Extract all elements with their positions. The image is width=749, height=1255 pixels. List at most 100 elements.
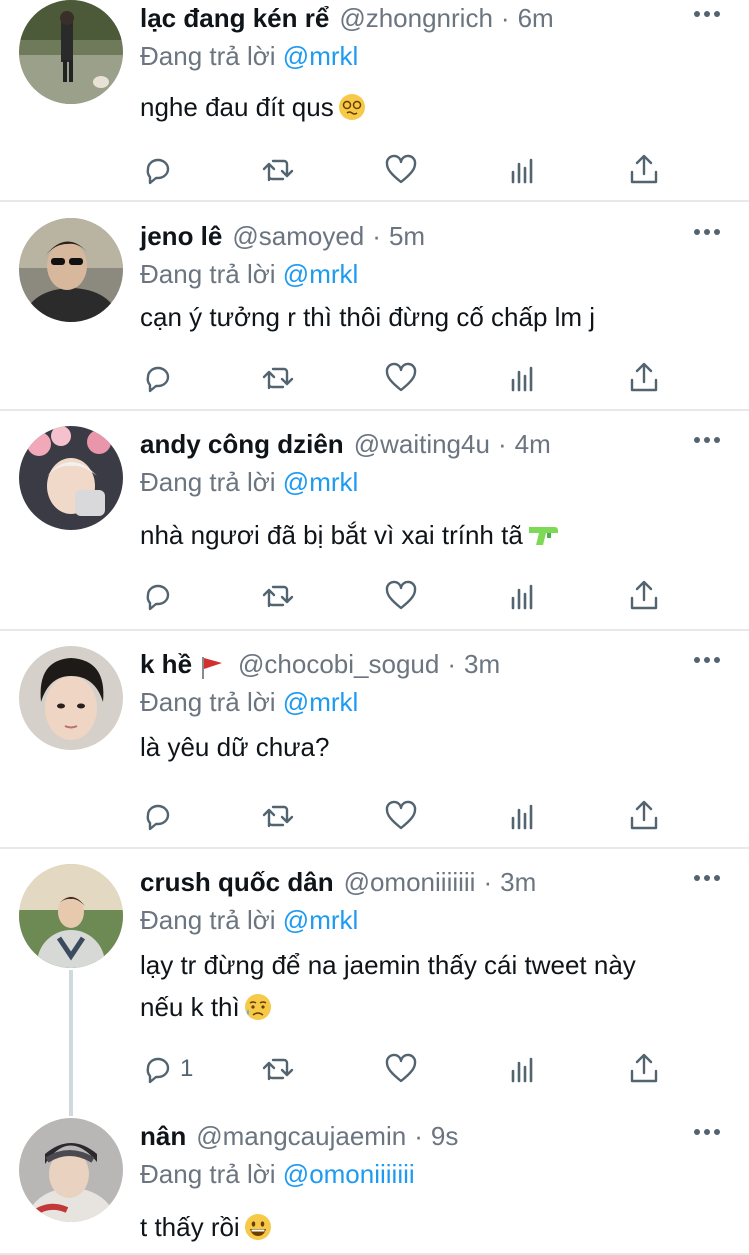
timestamp[interactable]: 3m [500, 864, 536, 900]
user-handle[interactable]: @zhongnrich [339, 0, 493, 36]
reply-button[interactable]: 1 [140, 1049, 193, 1089]
separator-dot: · [372, 221, 381, 251]
avatar[interactable] [19, 864, 123, 968]
dizzy-face-emoji-icon [338, 91, 366, 120]
reply-icon [146, 366, 170, 393]
avatar[interactable] [19, 0, 123, 104]
share-button[interactable] [626, 1049, 662, 1089]
user-handle[interactable]: @samoyed [232, 218, 364, 254]
reply-button[interactable] [140, 576, 180, 616]
separator-dot: · [483, 867, 493, 897]
like-button[interactable] [383, 1049, 419, 1089]
reply-button[interactable] [140, 796, 180, 836]
more-options-icon[interactable] [693, 6, 721, 17]
like-button[interactable] [383, 796, 419, 836]
more-options-icon[interactable] [693, 652, 721, 663]
tweet[interactable]: jeno lê @samoyed · 5m Đang trả lời @mrkl… [0, 218, 749, 408]
analytics-button[interactable] [505, 358, 541, 398]
timestamp[interactable]: 9s [431, 1118, 458, 1154]
like-button[interactable] [383, 358, 419, 398]
tweet-divider [0, 629, 749, 631]
tweet-feed: lạc đang kén rể @zhongnrich · 6m Đang tr… [0, 0, 749, 1255]
retweet-button[interactable] [260, 1049, 296, 1089]
reply-mention[interactable]: @mrkl [283, 41, 359, 71]
reply-mention[interactable]: @omoniiiiiii [283, 1159, 415, 1189]
like-button[interactable] [383, 576, 419, 616]
retweet-button[interactable] [260, 358, 296, 398]
analytics-icon [511, 158, 533, 184]
timestamp[interactable]: 4m [515, 426, 551, 462]
tweet[interactable]: crush quốc dân @omoniiiiiii · 3m Đang tr… [0, 864, 749, 1104]
user-handle[interactable]: @omoniiiiiii [344, 864, 476, 900]
display-name[interactable]: lạc đang kén rể [140, 0, 329, 36]
separator-dot: · [447, 649, 457, 679]
tweet-header: nân @mangcaujaemin · 9s [140, 1118, 749, 1154]
tweet[interactable]: k hề @chocobi_sogud · 3m Đang trả lời @m… [0, 646, 749, 846]
analytics-button[interactable] [505, 150, 541, 190]
tweet-text-content: cạn ý tưởng r thì thôi đừng cố chấp lm j [140, 302, 596, 332]
analytics-icon [511, 1057, 533, 1083]
analytics-button[interactable] [505, 576, 541, 616]
more-options-icon[interactable] [693, 870, 721, 881]
avatar[interactable] [19, 646, 123, 750]
display-name[interactable]: nân [140, 1118, 186, 1154]
reply-mention[interactable]: @mrkl [283, 687, 359, 717]
user-handle[interactable]: @mangcaujaemin [196, 1118, 406, 1154]
user-handle[interactable]: @waiting4u [354, 426, 490, 462]
share-button[interactable] [626, 358, 662, 398]
more-options-icon[interactable] [693, 224, 721, 235]
retweet-icon [262, 159, 294, 182]
heart-icon [385, 580, 417, 610]
tweet-text: nhà ngươi đã bị bắt vì xai trính tã [140, 514, 749, 556]
sad-sweat-face-emoji-icon [244, 991, 272, 1020]
avatar[interactable] [19, 218, 123, 322]
tweet-text-content: nhà ngươi đã bị bắt vì xai trính tã [140, 520, 523, 550]
display-name[interactable]: crush quốc dân [140, 864, 334, 900]
retweet-button[interactable] [260, 150, 296, 190]
display-name[interactable]: andy công dziên [140, 426, 344, 462]
tweet-text-content: t thấy rồi [140, 1212, 240, 1242]
tweet-text: lạy tr đừng để na jaemin thấy cái tweet … [140, 944, 749, 1028]
reply-mention[interactable]: @mrkl [283, 259, 359, 289]
timestamp[interactable]: 5m [389, 218, 425, 254]
analytics-button[interactable] [505, 1049, 541, 1089]
tweet[interactable]: andy công dziên @waiting4u · 4m Đang trả… [0, 426, 749, 628]
reply-button[interactable] [140, 358, 180, 398]
reply-prefix: Đang trả lời [140, 1159, 276, 1189]
tweet-text-content: lạy tr đừng để na jaemin thấy cái tweet … [140, 950, 636, 1022]
tweet[interactable]: lạc đang kén rể @zhongnrich · 6m Đang tr… [0, 0, 749, 200]
user-handle[interactable]: @chocobi_sogud [238, 646, 439, 682]
heart-icon [385, 154, 417, 184]
tweet-header: lạc đang kén rể @zhongnrich · 6m [140, 0, 749, 36]
timestamp[interactable]: 3m [464, 646, 500, 682]
reply-icon [146, 584, 170, 611]
separator-dot: · [500, 3, 510, 33]
tweet-text-content: là yêu dữ chưa? [140, 732, 330, 762]
share-icon [630, 800, 658, 830]
retweet-button[interactable] [260, 576, 296, 616]
more-options-icon[interactable] [693, 1124, 721, 1135]
reply-prefix: Đang trả lời [140, 467, 276, 497]
reply-mention[interactable]: @mrkl [283, 905, 359, 935]
avatar[interactable] [19, 1118, 123, 1222]
reply-icon [146, 1057, 170, 1084]
display-name[interactable]: k hề [140, 646, 192, 682]
reply-mention[interactable]: @mrkl [283, 467, 359, 497]
share-button[interactable] [626, 796, 662, 836]
like-button[interactable] [383, 150, 419, 190]
retweet-button[interactable] [260, 796, 296, 836]
share-icon [630, 1053, 658, 1083]
tweet[interactable]: nân @mangcaujaemin · 9s Đang trả lời @om… [0, 1118, 749, 1255]
retweet-icon [262, 1058, 294, 1081]
analytics-button[interactable] [505, 796, 541, 836]
share-button[interactable] [626, 150, 662, 190]
avatar[interactable] [19, 426, 123, 530]
timestamp[interactable]: 6m [518, 0, 554, 36]
more-options-icon[interactable] [693, 432, 721, 443]
reply-button[interactable] [140, 150, 180, 190]
tweet-divider [0, 409, 749, 411]
tweet-header: k hề @chocobi_sogud · 3m [140, 646, 749, 682]
display-name[interactable]: jeno lê [140, 218, 222, 254]
heart-icon [385, 800, 417, 830]
share-button[interactable] [626, 576, 662, 616]
